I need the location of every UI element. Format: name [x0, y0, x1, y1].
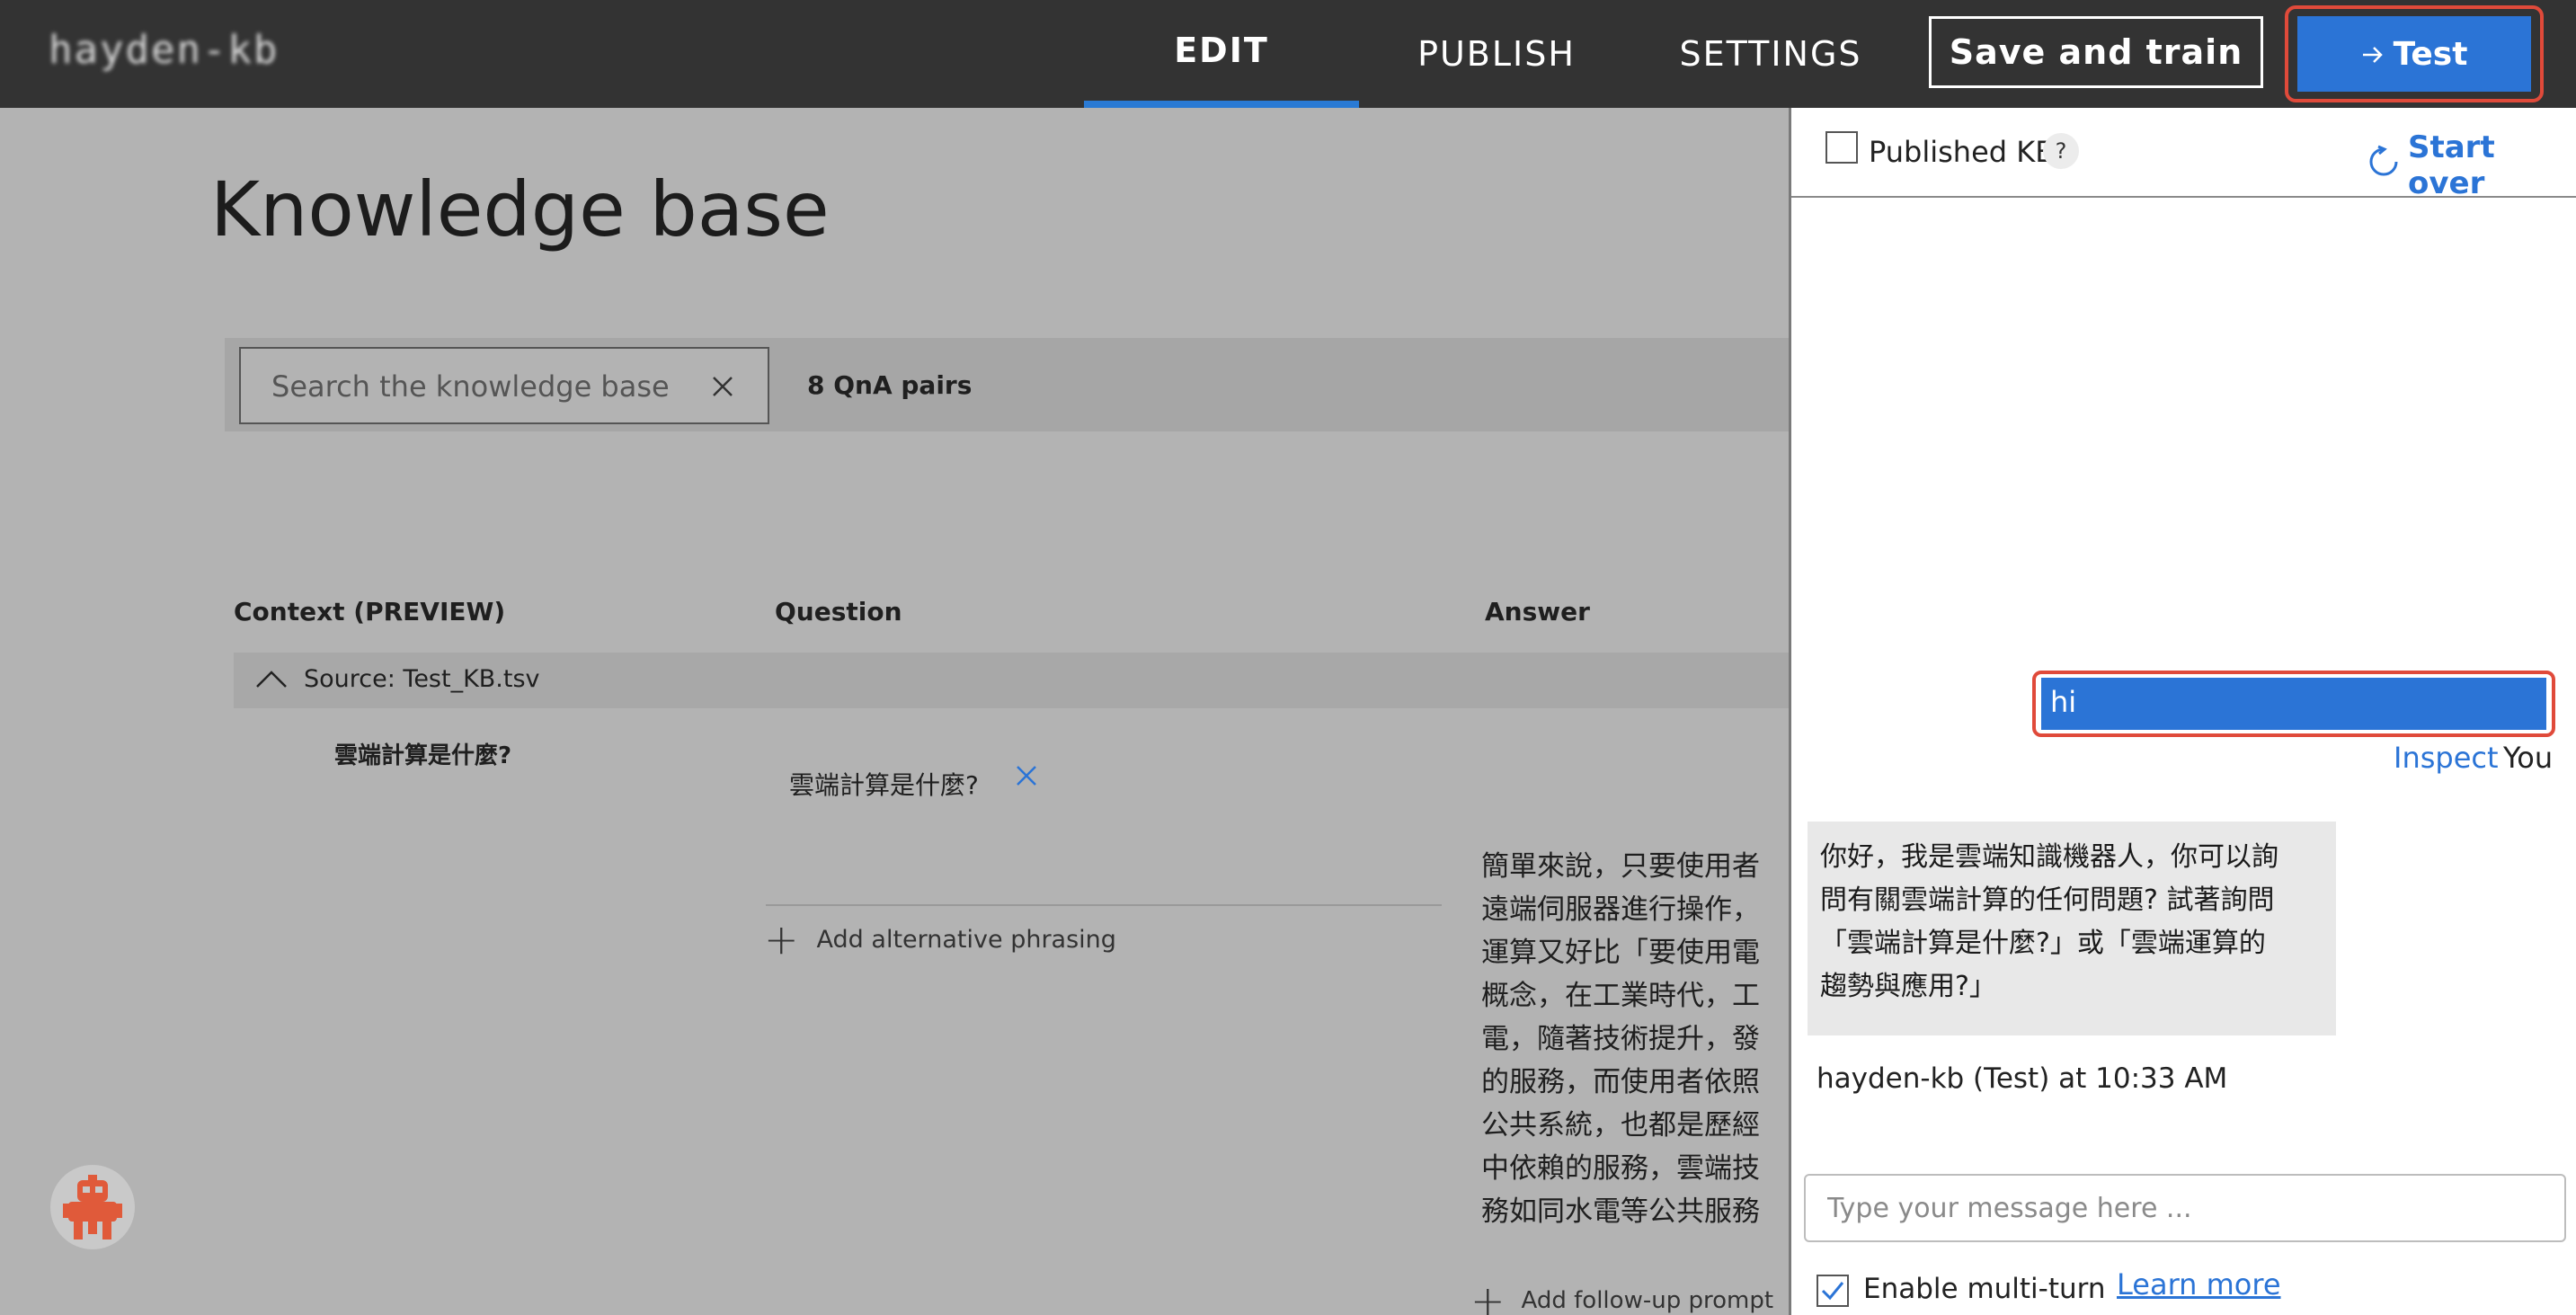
enable-multi-turn-checkbox[interactable] [1817, 1275, 1849, 1307]
column-header-question: Question [775, 597, 902, 626]
answer-text[interactable]: 簡單來說，只要使用者 遠端伺服器進行操作， 運算又好比「要使用電 概念，在工業時… [1481, 845, 1790, 1233]
qna-count: 8 QnA pairs [807, 370, 973, 400]
answer-line: 簡單來說，只要使用者 [1481, 850, 1760, 883]
test-button-highlight: Test [2285, 5, 2544, 102]
bot-message-bubble: 你好，我是雲端知識機器人，你可以詢 問有關雲端計算的任何問題? 試著詢問 「雲端… [1808, 822, 2336, 1035]
context-question: 雲端計算是什麼? [334, 742, 512, 769]
tab-publish[interactable]: PUBLISH [1402, 0, 1591, 108]
help-icon[interactable]: ? [2043, 133, 2079, 169]
answer-line: 務如同水電等公共服務 [1481, 1195, 1760, 1228]
source-group-header[interactable]: Source: Test_KB.tsv [234, 653, 1790, 708]
question-divider [766, 904, 1442, 906]
plus-icon: + [764, 915, 799, 964]
search-input[interactable] [271, 365, 685, 408]
bot-avatar-icon[interactable] [50, 1165, 135, 1249]
arrow-right-icon [2361, 36, 2385, 73]
answer-line: 遠端伺服器進行操作， [1481, 893, 1760, 926]
add-follow-up-prompt-button[interactable]: + Add follow-up prompt [1470, 1280, 1773, 1315]
answer-line: 公共系統，也都是歷經 [1481, 1109, 1760, 1142]
chevron-up-icon[interactable] [255, 662, 288, 696]
user-sender-label: You [2503, 741, 2554, 775]
column-header-answer: Answer [1485, 597, 1590, 626]
test-button-label: Test [2393, 35, 2468, 73]
published-kb-label: Published KB [1869, 135, 2056, 169]
message-input[interactable] [1804, 1174, 2566, 1242]
bot-message-line: 問有關雲端計算的任何問題? 試著詢問 [1820, 884, 2275, 916]
answer-line: 的服務，而使用者依照 [1481, 1066, 1760, 1098]
test-panel-header: Published KB ? Start over [1791, 108, 2576, 201]
answer-line: 電，隨著技術提升，發 [1481, 1023, 1760, 1055]
source-label: Source: Test_KB.tsv [304, 665, 540, 693]
bot-message-meta: hayden-kb (Test) at 10:33 AM [1817, 1062, 2228, 1095]
test-button[interactable]: Test [2297, 16, 2531, 92]
tab-edit[interactable]: EDIT [1084, 0, 1359, 108]
published-kb-checkbox[interactable] [1825, 131, 1858, 164]
answer-line: 運算又好比「要使用電 [1481, 937, 1760, 969]
bot-message-line: 「雲端計算是什麼?」或「雲端運算的 [1820, 928, 2266, 959]
enable-multi-turn-label: Enable multi-turn [1863, 1273, 2106, 1305]
add-alternative-phrasing-button[interactable]: + Add alternative phrasing [764, 919, 1116, 960]
question-item[interactable]: 雲端計算是什麼? [789, 766, 979, 802]
user-message-bubble: hi [2041, 678, 2546, 730]
answer-line: 中依賴的服務，雲端技 [1481, 1152, 1760, 1185]
user-message-highlight: hi [2032, 671, 2555, 737]
save-and-train-button[interactable]: Save and train [1929, 16, 2263, 88]
column-header-context: Context (PREVIEW) [234, 597, 506, 626]
learn-more-link[interactable]: Learn more [2117, 1267, 2281, 1302]
top-bar: hayden-kb EDIT PUBLISH SETTINGS Save and… [0, 0, 2576, 108]
checkmark-icon [1821, 1282, 1844, 1301]
tab-settings[interactable]: SETTINGS [1672, 0, 1870, 108]
search-box [239, 347, 769, 424]
start-over-button[interactable]: Start over [2367, 129, 2576, 201]
page-title: Knowledge base [210, 165, 830, 253]
bot-message-line: 趨勢與應用?」 [1820, 971, 1996, 1002]
refresh-icon [2367, 145, 2401, 187]
test-panel: Published KB ? Start over hi Inspect You… [1789, 108, 2576, 1315]
delete-question-icon[interactable] [1014, 760, 1039, 796]
bot-message-line: 你好，我是雲端知識機器人，你可以詢 [1820, 841, 2278, 873]
add-follow-up-label: Add follow-up prompt [1521, 1287, 1774, 1314]
clear-icon[interactable] [701, 365, 744, 408]
inspect-link[interactable]: Inspect [2394, 741, 2499, 775]
app-brand: hayden-kb [49, 27, 280, 73]
start-over-label: Start over [2408, 129, 2495, 201]
add-alternative-label: Add alternative phrasing [816, 925, 1116, 954]
answer-line: 概念，在工業時代，工 [1481, 980, 1760, 1012]
plus-icon: + [1470, 1276, 1506, 1315]
